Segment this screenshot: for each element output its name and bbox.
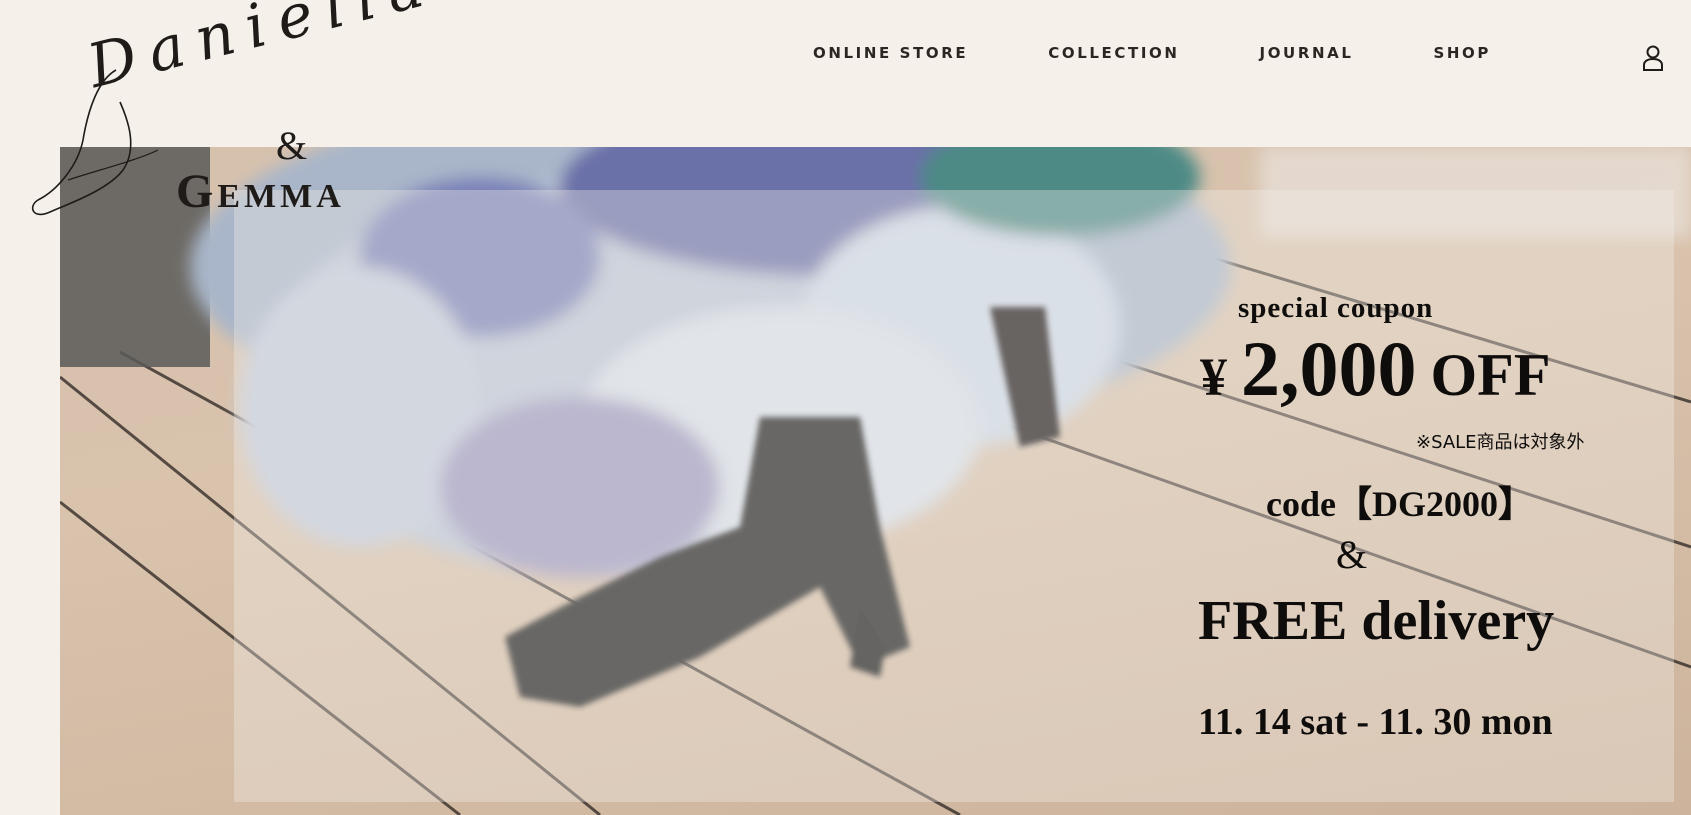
logo-gemma-text: Gemma <box>176 165 345 218</box>
account-button[interactable] <box>1640 43 1666 73</box>
promo-note: ※SALE商品は対象外 <box>1416 432 1585 453</box>
user-icon <box>1643 45 1663 71</box>
promo-free-delivery: FREE delivery <box>1198 590 1555 652</box>
brand-logo[interactable]: Daniella & Gemma <box>28 0 443 220</box>
promo-dates: 11. 14 sat - 11. 30 mon <box>1198 701 1553 743</box>
logo-ampersand: & <box>276 123 308 168</box>
nav-online-store[interactable]: ONLINE STORE <box>813 46 968 61</box>
promo-subtitle: special coupon <box>1238 292 1434 324</box>
hero-banner[interactable]: special coupon ¥2,000 OFF ※SALE商品は対象外 cod… <box>60 147 1691 815</box>
main-nav: ONLINE STORE COLLECTION JOURNAL SHOP <box>813 46 1571 61</box>
nav-shop[interactable]: SHOP <box>1434 46 1492 61</box>
promo-amount: ¥2,000 OFF <box>1200 330 1550 408</box>
promo-ampersand: & <box>1336 532 1368 577</box>
nav-journal[interactable]: JOURNAL <box>1260 46 1354 61</box>
promo-value: 2,000 <box>1241 325 1417 412</box>
nav-collection[interactable]: COLLECTION <box>1048 46 1179 61</box>
promo-off: OFF <box>1430 342 1551 408</box>
promo-currency: ¥ <box>1200 347 1227 407</box>
promo-code: code【DG2000】 <box>1266 484 1534 524</box>
